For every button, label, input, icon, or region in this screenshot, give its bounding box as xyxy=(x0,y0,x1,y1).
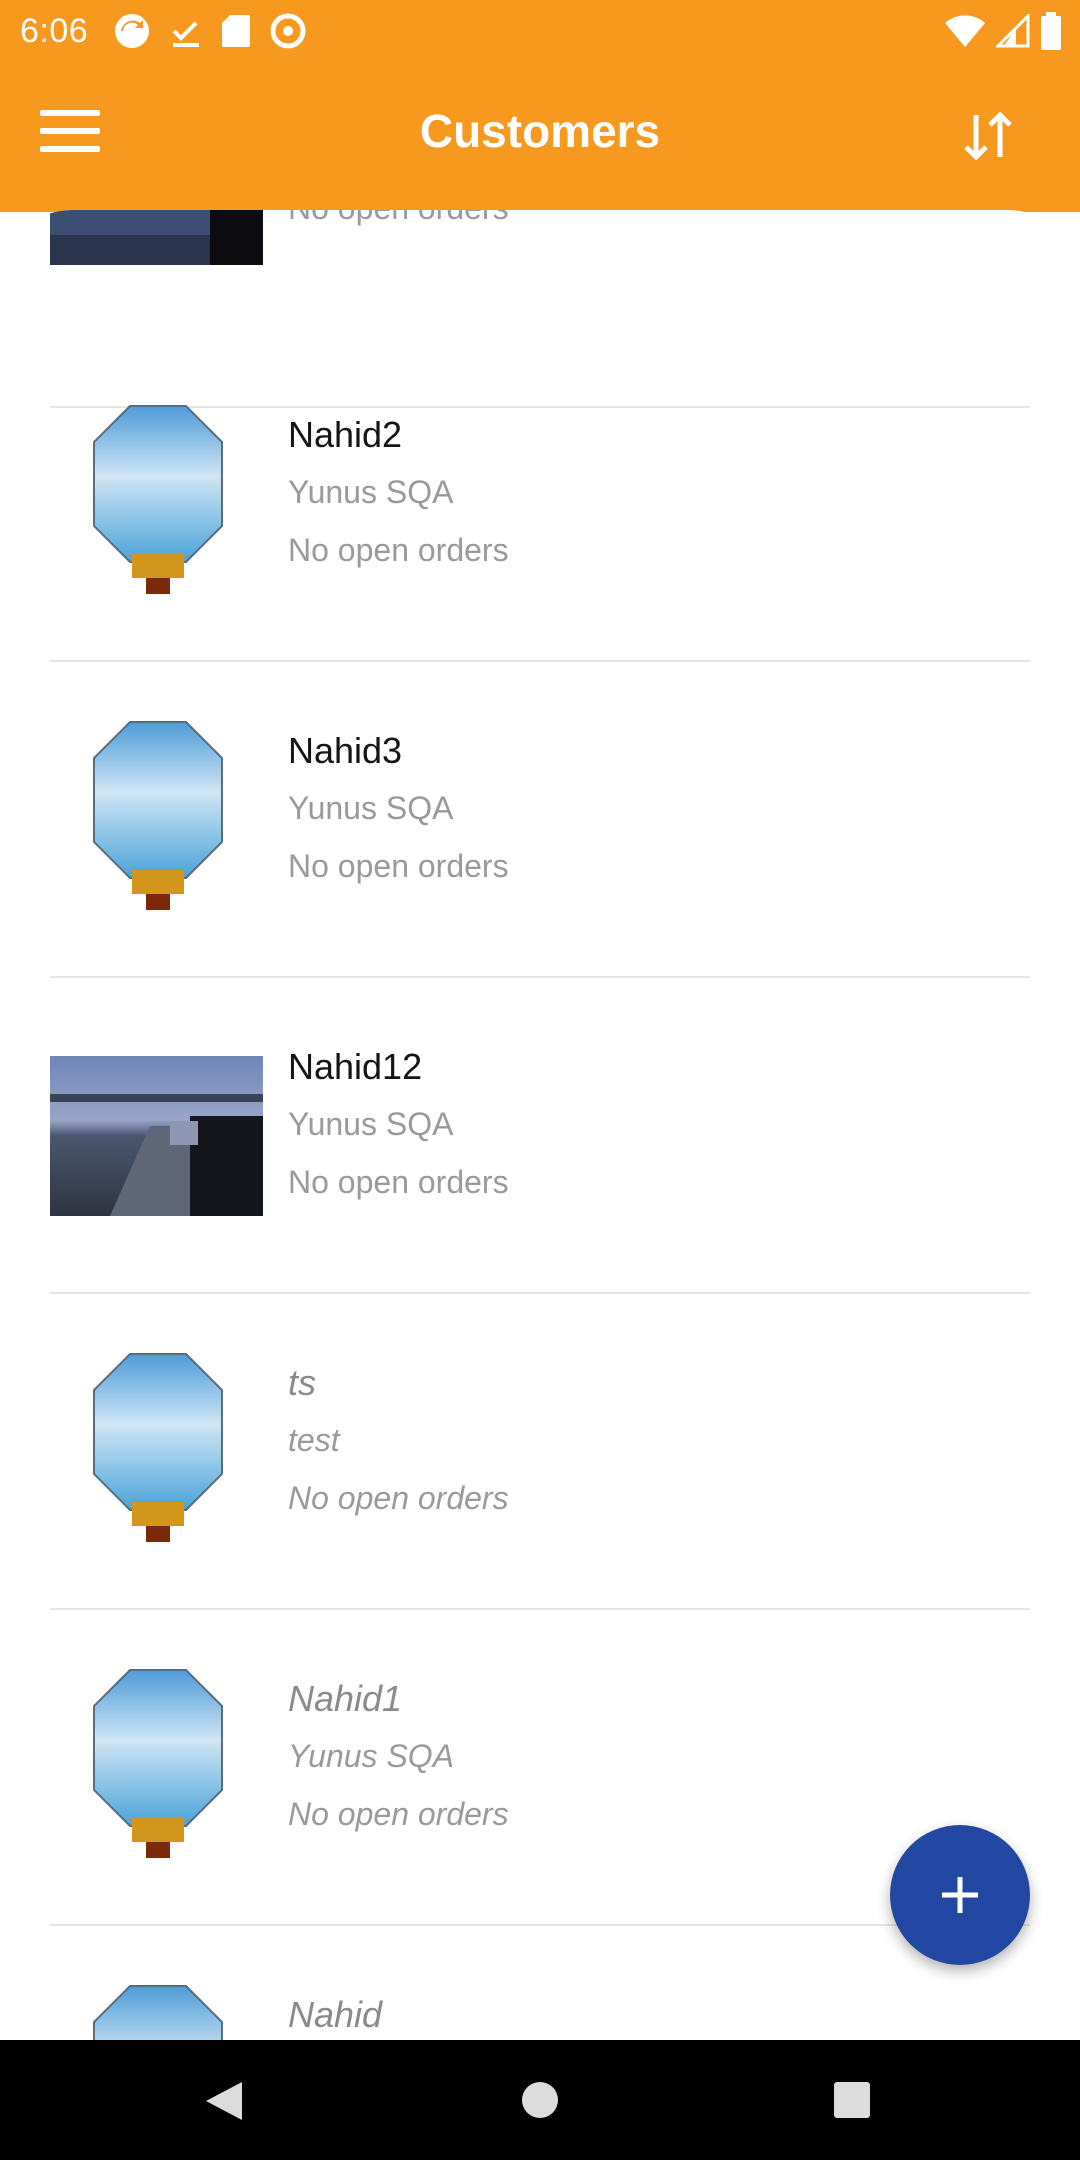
customer-orders: No open orders xyxy=(288,1164,509,1200)
customer-orders: No open orders xyxy=(288,1796,509,1832)
app-bar: 6:06 Customers xyxy=(0,0,1080,212)
customer-orders: No open orders xyxy=(288,1480,509,1516)
at-icon xyxy=(270,13,306,49)
customer-name: Nahid1 xyxy=(288,1678,403,1719)
download-done-icon xyxy=(172,21,199,47)
customer-name: ts xyxy=(288,1362,317,1403)
customer-company: test xyxy=(288,1422,340,1458)
customer-orders: No open orders xyxy=(288,532,509,568)
customer-photo xyxy=(93,405,223,594)
customer-list: No open orders Nahid2 Yunus SQA No open … xyxy=(0,210,1080,2040)
customer-photo xyxy=(93,1985,223,2040)
add-customer-button[interactable] xyxy=(890,1825,1030,1965)
customer-photo xyxy=(93,1353,223,1542)
customer-photo xyxy=(50,210,263,265)
customer-orders: No open orders xyxy=(288,210,509,227)
sort-icon[interactable] xyxy=(958,105,1018,165)
customer-name: Nahid3 xyxy=(288,730,403,771)
customer-name: Nahid2 xyxy=(288,414,403,455)
status-bar: 6:06 xyxy=(0,0,1080,62)
customer-row[interactable]: Nahid2 Yunus SQA No open orders xyxy=(50,344,1030,662)
customer-photo xyxy=(93,721,223,910)
customer-row[interactable]: Nahid1 Yunus SQA No open orders xyxy=(50,1608,1030,1926)
status-time: 6:06 xyxy=(20,12,89,50)
customer-photo xyxy=(50,1056,263,1216)
customer-photo xyxy=(93,1669,223,1858)
customer-company: Yunus SQA xyxy=(288,790,454,826)
customer-name: Nahid xyxy=(288,1994,383,2035)
customer-row[interactable]: ts test No open orders xyxy=(50,1292,1030,1610)
signal-icon xyxy=(996,14,1030,48)
system-nav-bar xyxy=(0,2040,1080,2160)
customer-company: Yunus SQA xyxy=(288,474,454,510)
page-title: Customers xyxy=(419,105,661,157)
customer-name: Nahid12 xyxy=(288,1046,423,1087)
plus-icon xyxy=(942,1877,978,1913)
customer-company: Yunus SQA xyxy=(288,1738,455,1774)
customer-orders: No open orders xyxy=(288,848,509,884)
customer-row[interactable]: Nahid3 Yunus SQA No open orders xyxy=(50,660,1030,978)
home-icon[interactable] xyxy=(522,2082,558,2118)
back-icon[interactable] xyxy=(204,2080,244,2122)
wifi-icon xyxy=(945,15,985,48)
sync-icon xyxy=(115,14,149,48)
sd-card-icon xyxy=(222,15,250,47)
customer-company: Yunus SQA xyxy=(288,1106,454,1142)
customer-row[interactable]: Nahid12 Yunus SQA No open orders xyxy=(50,976,1030,1294)
battery-icon xyxy=(1041,12,1061,50)
customer-row[interactable]: Nahid xyxy=(50,1924,1030,2040)
recents-icon[interactable] xyxy=(834,2082,870,2118)
